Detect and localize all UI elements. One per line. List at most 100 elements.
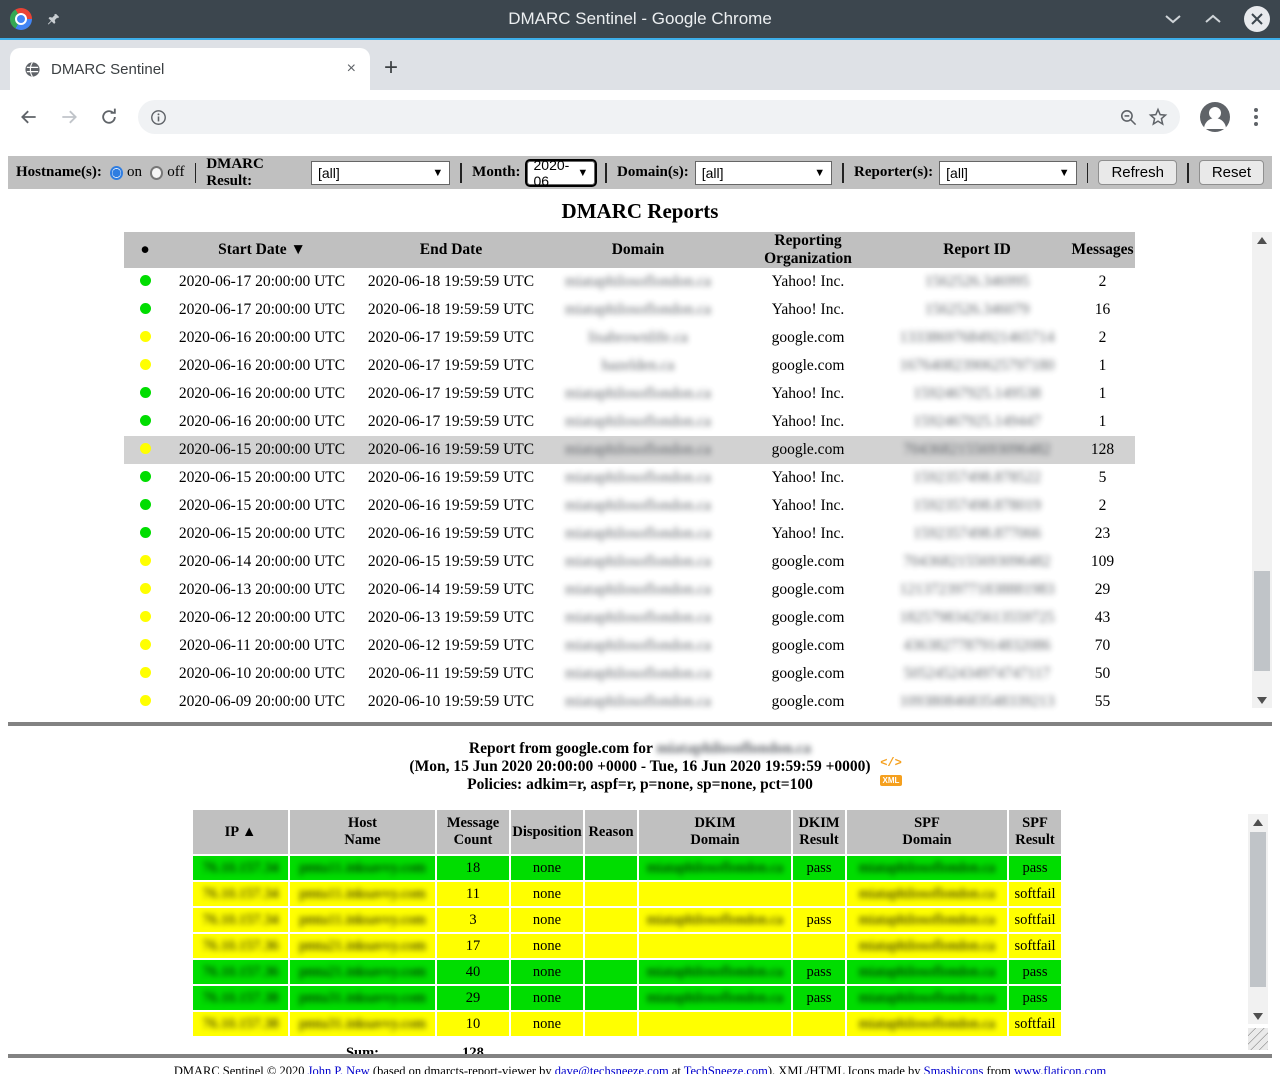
report-row[interactable]: 2020-06-15 20:00:00 UTC2020-06-16 19:59:…	[124, 436, 1135, 464]
report-row[interactable]: 2020-06-14 20:00:00 UTC2020-06-15 19:59:…	[124, 548, 1135, 576]
report-row[interactable]: 2020-06-09 20:00:00 UTC2020-06-10 19:59:…	[124, 688, 1135, 716]
reports-col-header[interactable]: Domain	[544, 232, 732, 268]
cell-messages: 29	[1070, 576, 1135, 604]
close-window-icon[interactable]	[1244, 6, 1270, 32]
report-row[interactable]: 2020-06-10 20:00:00 UTC2020-06-11 19:59:…	[124, 660, 1135, 688]
cell-domain: miataphilosoflondon.ca	[544, 408, 732, 436]
green-status-dot-icon	[140, 415, 151, 426]
tab-dmarc-sentinel[interactable]: DMARC Sentinel ×	[10, 48, 370, 90]
refresh-button[interactable]: Refresh	[1098, 160, 1177, 185]
address-bar[interactable]	[138, 100, 1180, 134]
window-title: DMARC Sentinel - Google Chrome	[0, 9, 1280, 29]
scrollbar-thumb[interactable]	[1250, 832, 1266, 987]
cell-dkim-domain: miataphilosoflondon.ca	[639, 960, 791, 984]
report-row[interactable]: 2020-06-11 20:00:00 UTC2020-06-12 19:59:…	[124, 632, 1135, 660]
maximize-icon[interactable]	[1204, 14, 1222, 24]
blurred-value: miataphilosoflondon.ca	[859, 912, 996, 928]
yellow-status-dot-icon	[140, 667, 151, 678]
back-icon[interactable]	[12, 100, 46, 134]
hostname-on-radio[interactable]	[110, 166, 123, 180]
zoom-out-icon[interactable]	[1119, 108, 1138, 127]
report-row[interactable]: 2020-06-16 20:00:00 UTC2020-06-17 19:59:…	[124, 380, 1135, 408]
cell-report-id: 10938084683548339213	[884, 688, 1070, 716]
cell-reporting-org: google.com	[732, 324, 884, 352]
footer-link[interactable]: Smashicons	[924, 1064, 984, 1074]
domains-label: Domain(s):	[617, 164, 689, 181]
report-row[interactable]: 2020-06-17 20:00:00 UTC2020-06-18 19:59:…	[124, 296, 1135, 324]
profile-avatar[interactable]	[1200, 102, 1230, 132]
reports-col-header[interactable]: Messages	[1070, 232, 1135, 268]
cell-messages: 43	[1070, 604, 1135, 632]
cell-messages: 128	[1070, 436, 1135, 464]
blurred-domain: miataphilosoflondon.ca	[565, 553, 711, 570]
report-row[interactable]: 2020-06-13 20:00:00 UTC2020-06-14 19:59:…	[124, 576, 1135, 604]
chevron-down-icon: ▼	[432, 167, 443, 179]
footer-link[interactable]: TechSneeze.com	[684, 1064, 768, 1074]
scroll-down-icon[interactable]	[1252, 692, 1272, 708]
tab-close-icon[interactable]: ×	[347, 60, 356, 78]
footer-link[interactable]: dave@techsneeze.com	[555, 1064, 669, 1074]
scroll-up-icon[interactable]	[1252, 232, 1272, 248]
cell-dkim-result: pass	[793, 908, 845, 932]
green-status-dot-icon	[140, 387, 151, 398]
footer-link[interactable]: www.flaticon.com	[1014, 1064, 1106, 1074]
scroll-up-icon[interactable]	[1248, 814, 1268, 830]
footer-link[interactable]: John P. New	[308, 1064, 370, 1074]
cell-reason	[585, 882, 637, 906]
cell-status	[124, 268, 166, 296]
scroll-down-icon[interactable]	[1248, 1008, 1268, 1024]
reports-scrollbar[interactable]	[1252, 232, 1272, 708]
separator	[605, 163, 607, 183]
page-title: DMARC Reports	[0, 199, 1280, 224]
month-select[interactable]: 2020-06 ▼	[527, 161, 596, 185]
cell-disposition: none	[511, 986, 583, 1010]
blurred-value: pmta31.inksavvy.com	[299, 1016, 426, 1032]
reset-button[interactable]: Reset	[1199, 160, 1264, 185]
report-row[interactable]: 2020-06-17 20:00:00 UTC2020-06-18 19:59:…	[124, 268, 1135, 296]
reports-col-header[interactable]: End Date	[358, 232, 544, 268]
cell-end-date: 2020-06-14 19:59:59 UTC	[358, 576, 544, 604]
page-info-icon[interactable]	[150, 109, 167, 126]
cell-reporting-org: Yahoo! Inc.	[732, 464, 884, 492]
minimize-icon[interactable]	[1164, 14, 1182, 24]
detail-scrollbar[interactable]	[1248, 814, 1268, 1024]
domains-select[interactable]: [all] ▼	[695, 161, 832, 185]
dmarc-result-select[interactable]: [all] ▼	[311, 161, 450, 185]
report-row[interactable]: 2020-06-15 20:00:00 UTC2020-06-16 19:59:…	[124, 520, 1135, 548]
report-row[interactable]: 2020-06-15 20:00:00 UTC2020-06-16 19:59:…	[124, 464, 1135, 492]
report-row[interactable]: 2020-06-15 20:00:00 UTC2020-06-16 19:59:…	[124, 492, 1135, 520]
green-status-dot-icon	[140, 499, 151, 510]
hostname-off-radio[interactable]	[150, 166, 163, 180]
reports-col-header[interactable]: Report ID	[884, 232, 1070, 268]
report-row[interactable]: 2020-06-16 20:00:00 UTC2020-06-17 19:59:…	[124, 352, 1135, 380]
scrollbar-thumb[interactable]	[1254, 571, 1270, 671]
report-row[interactable]: 2020-06-16 20:00:00 UTC2020-06-17 19:59:…	[124, 408, 1135, 436]
blurred-report-id: 1562526.346079	[925, 301, 1030, 318]
cell-messages: 2	[1070, 492, 1135, 520]
forward-icon[interactable]	[52, 100, 86, 134]
reporters-select[interactable]: [all] ▼	[939, 161, 1076, 185]
blurred-report-id: 1592357498.877066	[913, 525, 1041, 542]
browser-menu-icon[interactable]	[1244, 108, 1268, 126]
report-row[interactable]: 2020-06-12 20:00:00 UTC2020-06-13 19:59:…	[124, 604, 1135, 632]
xml-file-icon[interactable]: </> XML	[878, 756, 904, 790]
cell-spf-domain: miataphilosoflondon.ca	[847, 882, 1007, 906]
reports-col-header[interactable]: Start Date ▼	[166, 232, 358, 268]
cell-report-id: 7043682155693096482	[884, 548, 1070, 576]
separator	[842, 163, 844, 183]
bookmark-star-icon[interactable]	[1148, 107, 1168, 127]
detail-col-header: DKIM Domain	[639, 810, 791, 854]
blurred-domain: miataphilosoflondon.ca	[565, 441, 711, 458]
detail-col-header[interactable]: IP ▲	[193, 810, 288, 854]
blurred-value: 76.10.157.36	[202, 964, 278, 980]
cell-count: 3	[437, 908, 509, 932]
report-row[interactable]: 2020-06-16 20:00:00 UTC2020-06-17 19:59:…	[124, 324, 1135, 352]
reports-col-header[interactable]: Reporting Organization	[732, 232, 884, 268]
pin-icon	[46, 12, 61, 27]
cell-dkim-domain	[639, 934, 791, 958]
resize-grip[interactable]	[1248, 1028, 1268, 1050]
blurred-value: miataphilosoflondon.ca	[859, 964, 996, 980]
blurred-report-id: 7043682155693096482	[903, 441, 1050, 458]
reload-icon[interactable]	[92, 100, 126, 134]
new-tab-button[interactable]: +	[384, 54, 398, 82]
